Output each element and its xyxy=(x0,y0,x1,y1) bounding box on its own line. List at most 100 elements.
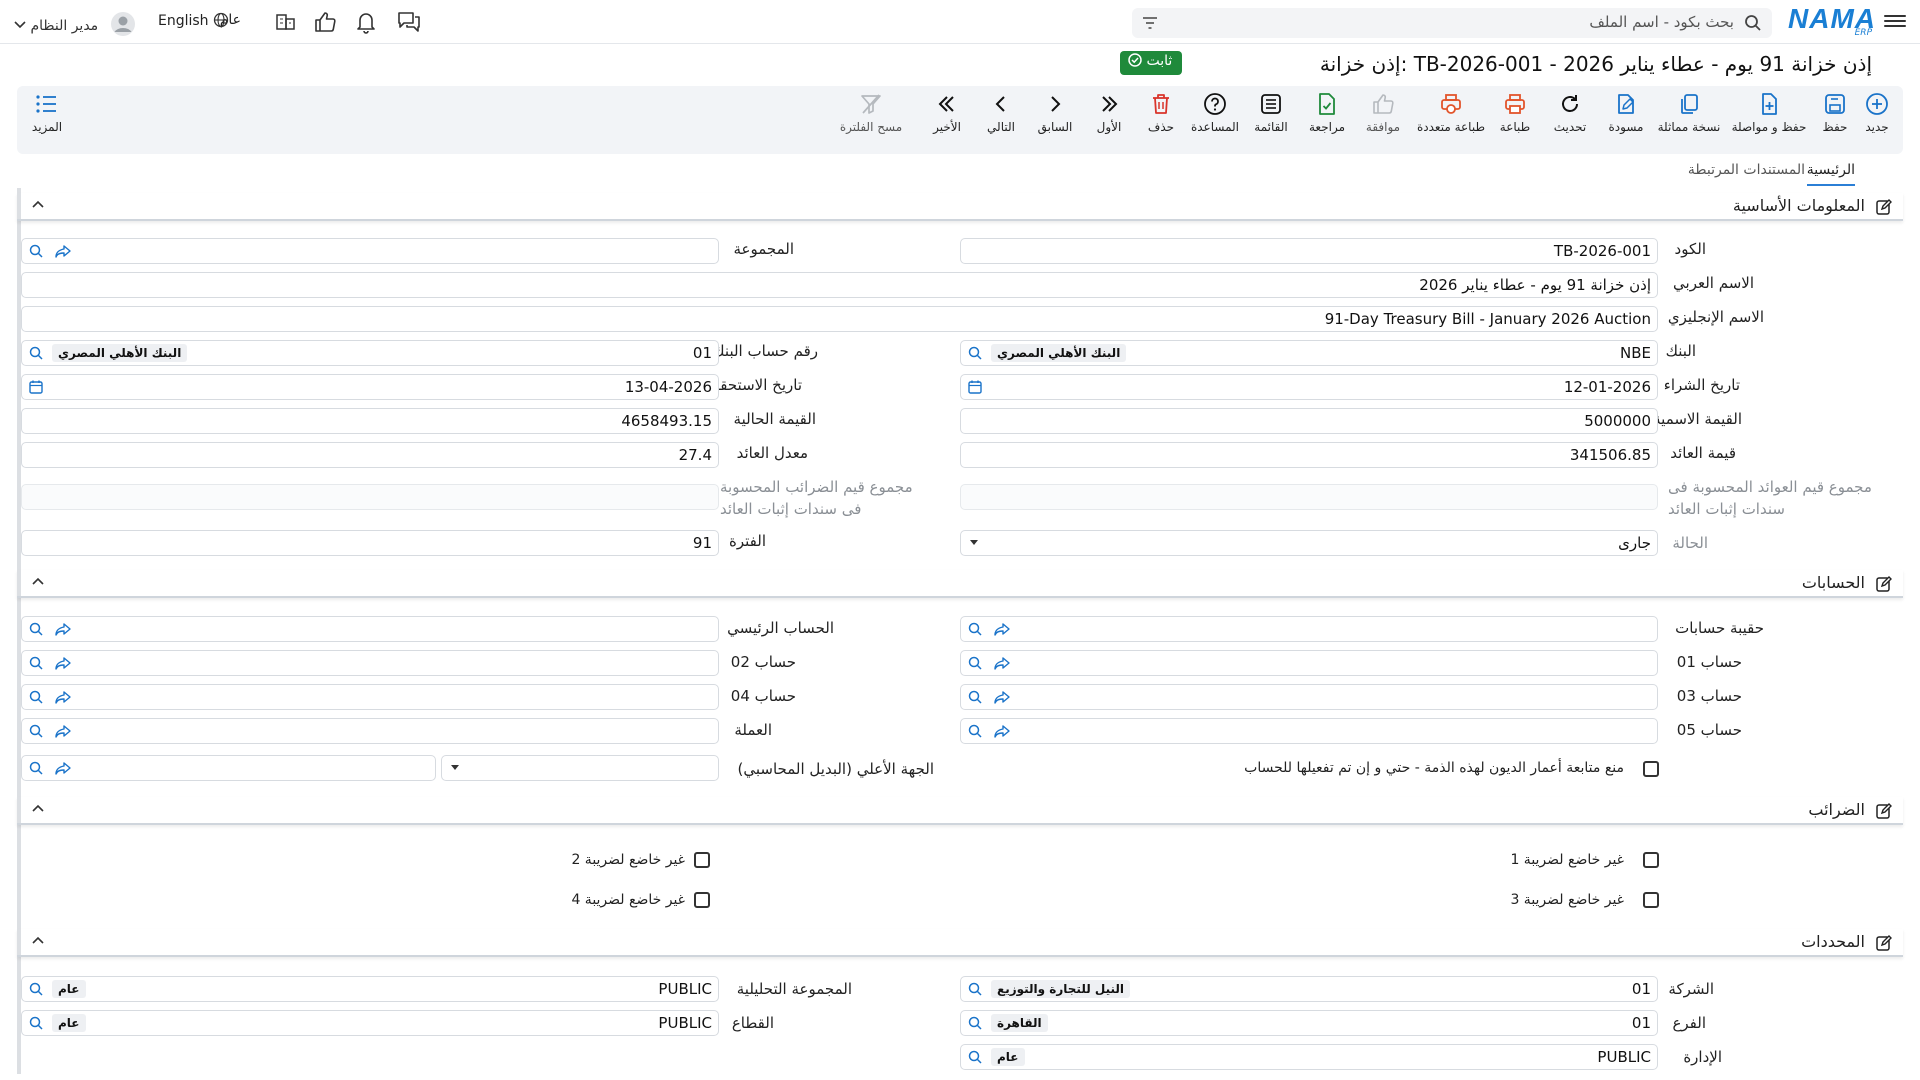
english-name-field[interactable]: 91-Day Treasury Bill - January 2026 Auct… xyxy=(21,306,1658,332)
section-taxes[interactable]: الضرائب xyxy=(17,797,1903,825)
period-field[interactable]: 91 xyxy=(21,530,719,556)
purchase-date-field[interactable]: 12-01-2026 xyxy=(960,374,1658,400)
refresh-button[interactable]: تحديث xyxy=(1540,92,1600,134)
public-selector[interactable]: عام xyxy=(220,10,295,34)
multi-print-button[interactable]: طباعة متعددة xyxy=(1413,92,1489,134)
search-lookup-icon[interactable] xyxy=(967,345,985,361)
search-lookup-icon[interactable] xyxy=(28,621,46,637)
bank-account-field[interactable]: 01 البنك الأهلي المصري xyxy=(21,340,719,366)
search-lookup-icon[interactable] xyxy=(967,723,985,739)
share-icon[interactable] xyxy=(54,760,72,776)
group-field[interactable] xyxy=(21,238,719,264)
account-01-field[interactable] xyxy=(960,650,1658,676)
review-button[interactable]: مراجعة xyxy=(1297,92,1357,134)
tax-2-label: غير خاضع لضريبة 2 xyxy=(571,852,685,868)
next-button[interactable]: التالي xyxy=(971,92,1031,134)
maturity-date-field[interactable]: 13-04-2026 xyxy=(21,374,719,400)
company-field[interactable]: 01 النيل للتجارة والتوزيع xyxy=(960,976,1658,1002)
print-button[interactable]: طباعة xyxy=(1485,92,1545,134)
bell-icon[interactable] xyxy=(355,10,377,34)
clear-filter-button[interactable]: مسح الفلترة xyxy=(835,92,907,134)
tax-3-checkbox[interactable] xyxy=(1643,892,1659,908)
language-switch[interactable]: English xyxy=(158,12,229,29)
search-lookup-icon[interactable] xyxy=(28,655,46,671)
present-value-label: القيمة الحالية xyxy=(733,410,816,428)
approve-button[interactable]: موافقة xyxy=(1353,92,1413,134)
analytic-group-field[interactable]: PUBLIC عام xyxy=(21,976,719,1002)
account-05-field[interactable] xyxy=(960,718,1658,744)
search-lookup-icon[interactable] xyxy=(28,243,46,259)
branch-field[interactable]: 01 القاهرة xyxy=(960,1010,1658,1036)
more-button[interactable]: المزيد xyxy=(17,92,77,134)
share-icon[interactable] xyxy=(54,723,72,739)
draft-button[interactable]: مسودة xyxy=(1596,92,1656,134)
search-lookup-icon[interactable] xyxy=(28,345,46,361)
prevent-debt-aging-checkbox[interactable] xyxy=(1643,761,1659,777)
search-lookup-icon[interactable] xyxy=(28,1015,46,1031)
tax-4-checkbox[interactable] xyxy=(694,892,710,908)
main-account-field[interactable] xyxy=(21,616,719,642)
present-value-field[interactable]: 4658493.15 xyxy=(21,408,719,434)
thumbs-up-icon[interactable] xyxy=(313,11,337,33)
section-basic-info[interactable]: المعلومات الأساسية xyxy=(17,193,1903,221)
search-lookup-icon[interactable] xyxy=(967,1049,985,1065)
parent-entity-field[interactable] xyxy=(21,755,436,781)
currency-field[interactable] xyxy=(21,718,719,744)
share-icon[interactable] xyxy=(54,655,72,671)
tab-main[interactable]: الرئيسية xyxy=(1806,162,1855,186)
chat-icon[interactable] xyxy=(396,10,422,34)
search-lookup-icon[interactable] xyxy=(28,689,46,705)
last-button[interactable]: الأخير xyxy=(917,92,977,134)
share-icon[interactable] xyxy=(993,723,1011,739)
yield-value-field[interactable]: 341506.85 xyxy=(960,442,1658,468)
share-icon[interactable] xyxy=(54,621,72,637)
user-menu[interactable]: مدير النظام xyxy=(14,12,135,36)
portfolio-field[interactable] xyxy=(960,616,1658,642)
code-field[interactable]: TB-2026-001 xyxy=(960,238,1658,264)
arabic-name-field[interactable]: إذن خزانة 91 يوم - عطاء يناير 2026 xyxy=(21,272,1658,298)
account-04-field[interactable] xyxy=(21,684,719,710)
menu-icon[interactable] xyxy=(1884,12,1906,30)
search-lookup-icon[interactable] xyxy=(967,689,985,705)
account-02-field[interactable] xyxy=(21,650,719,676)
account-03-field[interactable] xyxy=(960,684,1658,710)
status-select[interactable]: جارى xyxy=(960,530,1658,556)
list-button[interactable]: القائمة xyxy=(1241,92,1301,134)
section-accounts[interactable]: الحسابات xyxy=(17,570,1903,598)
search-lookup-icon[interactable] xyxy=(28,760,46,776)
previous-button[interactable]: السابق xyxy=(1025,92,1085,134)
share-icon[interactable] xyxy=(993,655,1011,671)
tax-1-checkbox[interactable] xyxy=(1643,852,1659,868)
help-button[interactable]: المساعدة xyxy=(1185,92,1245,134)
search-lookup-icon[interactable] xyxy=(28,723,46,739)
save-continue-button[interactable]: حفظ و مواصلة xyxy=(1730,92,1808,134)
delete-button[interactable]: حذف xyxy=(1131,92,1191,134)
search-lookup-icon[interactable] xyxy=(967,621,985,637)
first-button[interactable]: الأول xyxy=(1079,92,1139,134)
filter-icon[interactable] xyxy=(1142,16,1158,30)
search-lookup-icon[interactable] xyxy=(967,655,985,671)
search-lookup-icon[interactable] xyxy=(967,981,985,997)
duplicate-button[interactable]: نسخة مماثلة xyxy=(1655,92,1723,134)
face-value-field[interactable]: 5000000 xyxy=(960,408,1658,434)
search-input[interactable]: بحث بكود - اسم الملف xyxy=(1132,8,1772,38)
review-label: مراجعة xyxy=(1308,120,1346,134)
search-lookup-icon[interactable] xyxy=(967,1015,985,1031)
share-icon[interactable] xyxy=(54,689,72,705)
bank-field[interactable]: NBE البنك الأهلي المصري xyxy=(960,340,1658,366)
share-icon[interactable] xyxy=(993,689,1011,705)
search-lookup-icon[interactable] xyxy=(28,981,46,997)
logo[interactable]: NAMA ERP xyxy=(1788,4,1875,39)
department-field[interactable]: PUBLIC عام xyxy=(960,1044,1658,1070)
share-icon[interactable] xyxy=(54,243,72,259)
parent-entity-select[interactable] xyxy=(441,755,719,781)
tab-related-documents[interactable]: المستندات المرتبطة xyxy=(1688,162,1805,178)
calendar-icon[interactable] xyxy=(28,379,44,395)
calendar-icon[interactable] xyxy=(967,379,983,395)
section-dimensions[interactable]: المحددات xyxy=(17,929,1903,957)
tax-2-checkbox[interactable] xyxy=(694,852,710,868)
yield-rate-field[interactable]: 27.4 xyxy=(21,442,719,468)
save-button[interactable]: حفظ xyxy=(1805,92,1865,134)
sector-field[interactable]: PUBLIC عام xyxy=(21,1010,719,1036)
share-icon[interactable] xyxy=(993,621,1011,637)
